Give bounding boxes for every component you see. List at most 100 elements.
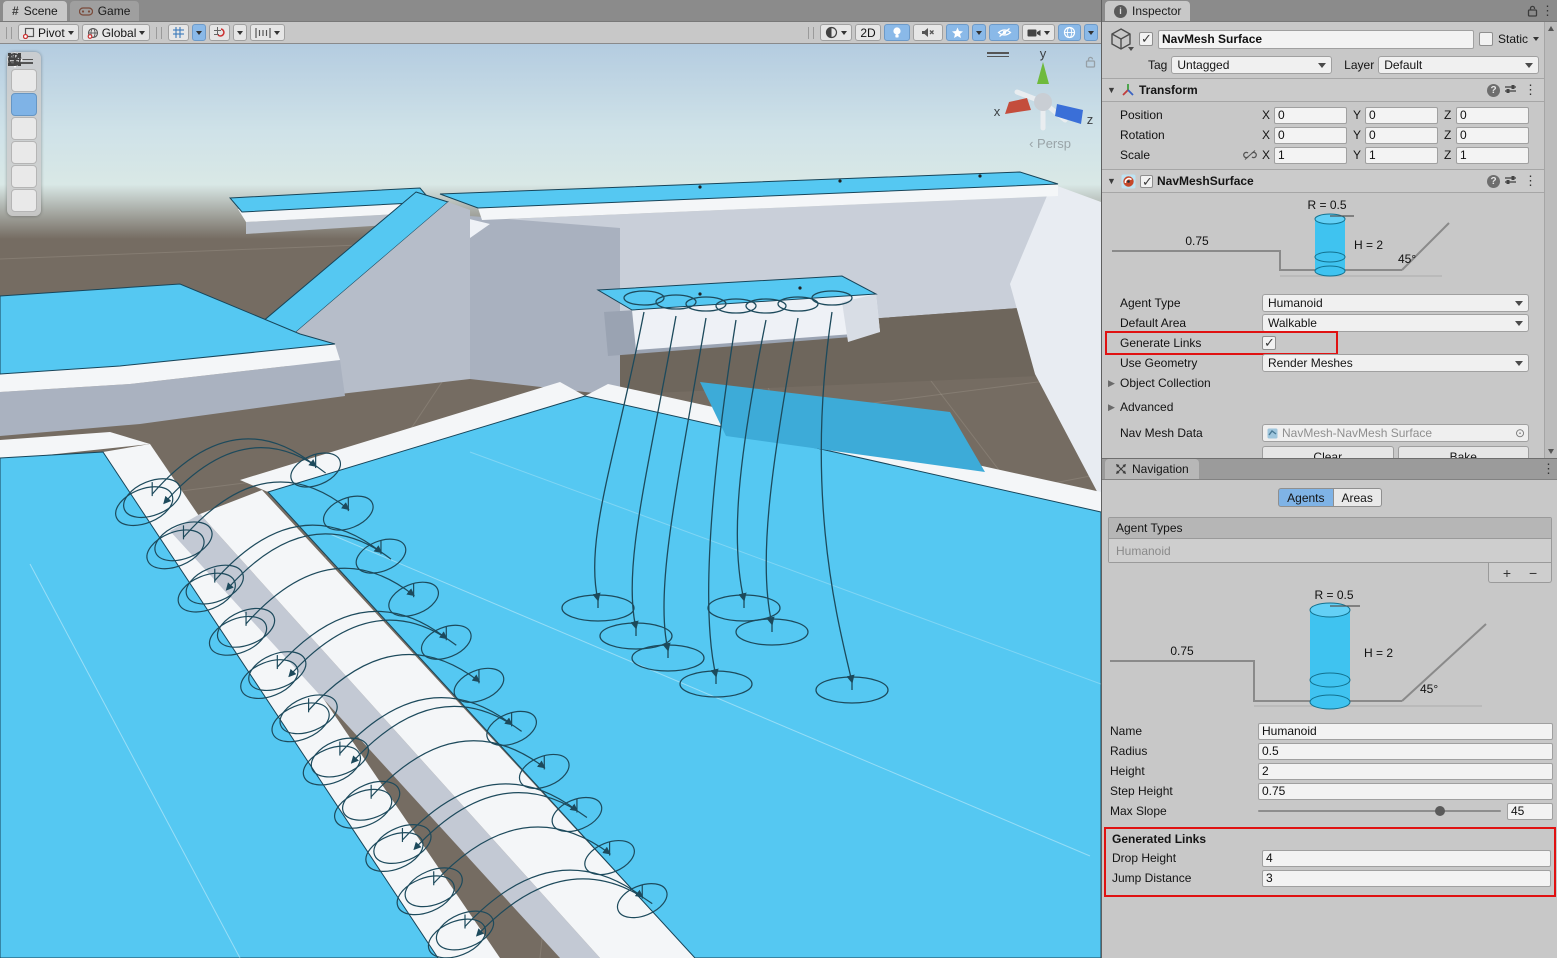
scene-viewport[interactable]: y x z bbox=[0, 44, 1101, 958]
scroll-up-icon[interactable] bbox=[1548, 26, 1554, 31]
agent-type-list-item[interactable]: Humanoid bbox=[1109, 539, 1551, 562]
cube-icon[interactable] bbox=[1108, 26, 1134, 52]
effects-toggle-button[interactable] bbox=[946, 24, 969, 41]
grid-options-dropdown[interactable] bbox=[192, 24, 206, 41]
2d-toggle-button[interactable]: 2D bbox=[855, 24, 881, 41]
static-dropdown-icon[interactable] bbox=[1533, 37, 1539, 41]
advanced-foldout[interactable]: ▶ Advanced bbox=[1102, 397, 1545, 417]
object-collection-foldout[interactable]: ▶ Object Collection bbox=[1102, 373, 1545, 393]
perspective-label[interactable]: ‹ Persp bbox=[1029, 136, 1071, 151]
navmeshsurface-title: NavMeshSurface bbox=[1157, 174, 1483, 188]
agent-name-field[interactable] bbox=[1258, 723, 1553, 740]
pivot-label: Pivot bbox=[38, 26, 65, 40]
layer-dropdown[interactable]: Default bbox=[1378, 56, 1539, 74]
static-checkbox[interactable] bbox=[1479, 32, 1493, 46]
scroll-down-icon[interactable] bbox=[1548, 449, 1554, 454]
rotate-tool[interactable] bbox=[11, 117, 37, 140]
scale-x-field[interactable] bbox=[1274, 147, 1347, 164]
lighting-toggle-button[interactable] bbox=[884, 24, 910, 41]
component-menu-icon[interactable]: ⋮ bbox=[1521, 173, 1540, 189]
rotation-x-field[interactable] bbox=[1274, 127, 1347, 144]
areas-tab[interactable]: Areas bbox=[1334, 488, 1382, 507]
tag-dropdown[interactable]: Untagged bbox=[1171, 56, 1332, 74]
toolbar-handle[interactable] bbox=[808, 27, 814, 39]
gizmos-options-dropdown[interactable] bbox=[1084, 24, 1098, 41]
hidden-objects-toggle[interactable] bbox=[989, 24, 1019, 41]
position-z-field[interactable] bbox=[1456, 107, 1529, 124]
nav-mesh-data-field[interactable]: NavMesh-NavMesh Surface ⊙ bbox=[1262, 424, 1529, 442]
presets-icon[interactable] bbox=[1504, 174, 1517, 189]
global-button[interactable]: Global bbox=[82, 24, 151, 41]
agent-step-height-field[interactable] bbox=[1258, 783, 1553, 800]
transform-tool[interactable] bbox=[11, 189, 37, 212]
remove-agent-type-button[interactable]: − bbox=[1525, 566, 1541, 580]
toolbar-handle[interactable] bbox=[156, 27, 162, 39]
gameobject-name-field[interactable] bbox=[1158, 30, 1474, 49]
tab-scene[interactable]: # Scene bbox=[3, 1, 67, 21]
increment-snap-button[interactable] bbox=[250, 24, 285, 41]
component-enabled-checkbox[interactable] bbox=[1140, 175, 1153, 188]
navigation-menu-icon[interactable]: ⋮ bbox=[1539, 461, 1557, 477]
shading-mode-dropdown[interactable] bbox=[820, 24, 852, 41]
foldout-arrow-icon[interactable]: ▼ bbox=[1107, 85, 1117, 95]
tab-inspector[interactable]: i Inspector bbox=[1105, 1, 1190, 21]
agents-tab[interactable]: Agents bbox=[1278, 488, 1333, 507]
scale-z-field[interactable] bbox=[1456, 147, 1529, 164]
camera-settings-button[interactable] bbox=[1022, 24, 1055, 41]
slider-handle[interactable] bbox=[1435, 806, 1445, 816]
inspector-menu-icon[interactable]: ⋮ bbox=[1538, 3, 1557, 19]
grid-visibility-button[interactable] bbox=[168, 24, 189, 41]
component-menu-icon[interactable]: ⋮ bbox=[1521, 82, 1540, 98]
camera-overlay-handle[interactable] bbox=[987, 50, 1009, 59]
inspector-panel: i Inspector ⋮ Static bbox=[1101, 0, 1557, 958]
help-icon[interactable]: ? bbox=[1487, 84, 1500, 97]
pivot-button[interactable]: Pivot bbox=[18, 24, 79, 41]
view-hand-tool[interactable] bbox=[11, 69, 37, 92]
scene-toolbar: Pivot Global bbox=[0, 22, 1101, 44]
object-picker-icon[interactable]: ⊙ bbox=[1515, 426, 1525, 440]
gizmos-toggle-button[interactable] bbox=[1058, 24, 1081, 41]
tab-game[interactable]: Game bbox=[70, 1, 140, 21]
effects-icon bbox=[951, 27, 964, 39]
diagram-radius-label: R = 0.5 bbox=[1307, 198, 1346, 212]
agent-height-field[interactable] bbox=[1258, 763, 1553, 780]
tab-navigation[interactable]: Navigation bbox=[1105, 459, 1199, 479]
agent-type-dropdown[interactable]: Humanoid bbox=[1262, 294, 1529, 312]
agent-radius-field[interactable] bbox=[1258, 743, 1553, 760]
foldout-arrow-icon[interactable]: ▼ bbox=[1107, 176, 1117, 186]
toolbar-handle[interactable] bbox=[6, 27, 12, 39]
scale-tool[interactable] bbox=[11, 141, 37, 164]
inspector-scrollbar[interactable] bbox=[1544, 22, 1557, 458]
agents-areas-toggle: Agents Areas bbox=[1102, 488, 1557, 507]
effects-options-dropdown[interactable] bbox=[972, 24, 986, 41]
rect-tool[interactable] bbox=[11, 165, 37, 188]
agent-settings-diagram: R = 0.5 0.75 H = 2 45° bbox=[1102, 193, 1545, 293]
max-slope-slider[interactable] bbox=[1258, 803, 1501, 819]
transform-header[interactable]: ▼ Transform ? ⋮ bbox=[1102, 78, 1545, 102]
add-agent-type-button[interactable]: + bbox=[1499, 566, 1515, 580]
navmeshsurface-header[interactable]: ▼ NavMeshSurface ? ⋮ bbox=[1102, 169, 1545, 193]
max-slope-field[interactable] bbox=[1507, 803, 1553, 820]
snap-options-dropdown[interactable] bbox=[233, 24, 247, 41]
rotation-y-field[interactable] bbox=[1365, 127, 1438, 144]
generate-links-checkbox[interactable] bbox=[1262, 336, 1276, 350]
lock-icon[interactable] bbox=[1527, 5, 1538, 17]
rotation-z-field[interactable] bbox=[1456, 127, 1529, 144]
drop-height-field[interactable] bbox=[1262, 850, 1551, 867]
snap-button[interactable] bbox=[209, 24, 230, 41]
use-geometry-dropdown[interactable]: Render Meshes bbox=[1262, 354, 1529, 372]
audio-toggle-button[interactable] bbox=[913, 24, 943, 41]
presets-icon[interactable] bbox=[1504, 83, 1517, 98]
default-area-dropdown[interactable]: Walkable bbox=[1262, 314, 1529, 332]
move-tool[interactable] bbox=[11, 93, 37, 116]
link-broken-icon[interactable] bbox=[1242, 149, 1258, 161]
gameobject-active-checkbox[interactable] bbox=[1139, 32, 1153, 46]
height-row: Height bbox=[1102, 761, 1557, 781]
position-x-field[interactable] bbox=[1274, 107, 1347, 124]
scale-y-field[interactable] bbox=[1365, 147, 1438, 164]
jump-distance-field[interactable] bbox=[1262, 870, 1551, 887]
radius-row: Radius bbox=[1102, 741, 1557, 761]
help-icon[interactable]: ? bbox=[1487, 175, 1500, 188]
position-y-field[interactable] bbox=[1365, 107, 1438, 124]
tab-scene-label: Scene bbox=[24, 4, 58, 18]
